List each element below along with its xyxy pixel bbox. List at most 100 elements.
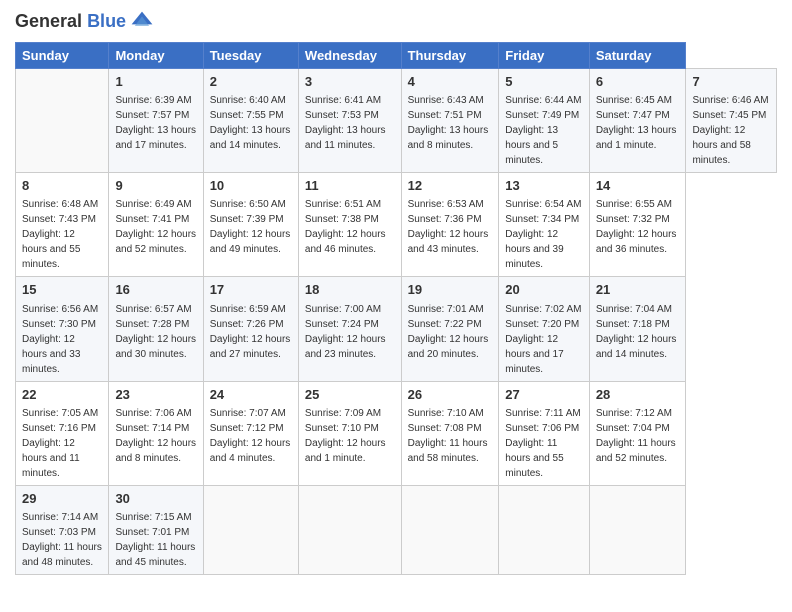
day-number: 18 bbox=[305, 281, 395, 299]
calendar-week-1: 1 Sunrise: 6:39 AMSunset: 7:57 PMDaylight… bbox=[16, 69, 777, 173]
calendar-cell bbox=[589, 485, 686, 574]
day-number: 3 bbox=[305, 73, 395, 91]
day-number: 21 bbox=[596, 281, 680, 299]
day-info: Sunrise: 6:55 AMSunset: 7:32 PMDaylight:… bbox=[596, 197, 680, 257]
day-info: Sunrise: 7:09 AMSunset: 7:10 PMDaylight:… bbox=[305, 406, 395, 466]
day-info: Sunrise: 6:39 AMSunset: 7:57 PMDaylight:… bbox=[115, 93, 196, 153]
day-info: Sunrise: 6:45 AMSunset: 7:47 PMDaylight:… bbox=[596, 93, 680, 153]
weekday-header-friday: Friday bbox=[499, 43, 590, 69]
day-number: 6 bbox=[596, 73, 680, 91]
calendar-week-3: 15 Sunrise: 6:56 AMSunset: 7:30 PMDayligh… bbox=[16, 277, 777, 381]
calendar-cell: 8Sunrise: 6:48 AMSunset: 7:43 PMDaylight… bbox=[16, 173, 109, 277]
day-number: 1 bbox=[115, 73, 196, 91]
calendar-cell: 18 Sunrise: 7:00 AMSunset: 7:24 PMDayligh… bbox=[298, 277, 401, 381]
day-number: 19 bbox=[408, 281, 493, 299]
calendar-cell: 3 Sunrise: 6:41 AMSunset: 7:53 PMDaylight… bbox=[298, 69, 401, 173]
day-number: 16 bbox=[115, 281, 196, 299]
day-info: Sunrise: 7:11 AMSunset: 7:06 PMDaylight:… bbox=[505, 406, 583, 481]
day-number: 10 bbox=[210, 177, 292, 195]
calendar-cell: 5 Sunrise: 6:44 AMSunset: 7:49 PMDaylight… bbox=[499, 69, 590, 173]
calendar-cell: 25 Sunrise: 7:09 AMSunset: 7:10 PMDayligh… bbox=[298, 381, 401, 485]
logo-text: General Blue bbox=[15, 11, 126, 33]
calendar-cell: 22 Sunrise: 7:05 AMSunset: 7:16 PMDayligh… bbox=[16, 381, 109, 485]
day-info: Sunrise: 7:14 AMSunset: 7:03 PMDaylight:… bbox=[22, 510, 102, 570]
calendar-cell: 27 Sunrise: 7:11 AMSunset: 7:06 PMDayligh… bbox=[499, 381, 590, 485]
day-info: Sunrise: 6:51 AMSunset: 7:38 PMDaylight:… bbox=[305, 197, 395, 257]
logo: General Blue bbox=[15, 10, 154, 34]
logo-icon bbox=[130, 10, 154, 34]
day-info: Sunrise: 6:41 AMSunset: 7:53 PMDaylight:… bbox=[305, 93, 395, 153]
day-number: 24 bbox=[210, 386, 292, 404]
weekday-header-saturday: Saturday bbox=[589, 43, 686, 69]
day-info: Sunrise: 7:12 AMSunset: 7:04 PMDaylight:… bbox=[596, 406, 680, 466]
day-info: Sunrise: 7:00 AMSunset: 7:24 PMDaylight:… bbox=[305, 302, 395, 362]
day-number: 25 bbox=[305, 386, 395, 404]
day-number: 20 bbox=[505, 281, 583, 299]
calendar-cell: 28 Sunrise: 7:12 AMSunset: 7:04 PMDayligh… bbox=[589, 381, 686, 485]
weekday-header-monday: Monday bbox=[109, 43, 203, 69]
day-info: Sunrise: 7:01 AMSunset: 7:22 PMDaylight:… bbox=[408, 302, 493, 362]
calendar-cell: 13 Sunrise: 6:54 AMSunset: 7:34 PMDayligh… bbox=[499, 173, 590, 277]
day-info: Sunrise: 6:54 AMSunset: 7:34 PMDaylight:… bbox=[505, 197, 583, 272]
calendar-table: SundayMondayTuesdayWednesdayThursdayFrid… bbox=[15, 42, 777, 575]
calendar-cell: 23Sunrise: 7:06 AMSunset: 7:14 PMDayligh… bbox=[109, 381, 203, 485]
day-info: Sunrise: 7:02 AMSunset: 7:20 PMDaylight:… bbox=[505, 302, 583, 377]
day-info: Sunrise: 6:50 AMSunset: 7:39 PMDaylight:… bbox=[210, 197, 292, 257]
day-number: 28 bbox=[596, 386, 680, 404]
day-info: Sunrise: 7:15 AMSunset: 7:01 PMDaylight:… bbox=[115, 510, 196, 570]
day-info: Sunrise: 6:40 AMSunset: 7:55 PMDaylight:… bbox=[210, 93, 292, 153]
day-number: 22 bbox=[22, 386, 102, 404]
calendar-cell: 19 Sunrise: 7:01 AMSunset: 7:22 PMDayligh… bbox=[401, 277, 499, 381]
calendar-cell: 7 Sunrise: 6:46 AMSunset: 7:45 PMDaylight… bbox=[686, 69, 777, 173]
calendar-cell: 12 Sunrise: 6:53 AMSunset: 7:36 PMDayligh… bbox=[401, 173, 499, 277]
calendar-week-2: 8Sunrise: 6:48 AMSunset: 7:43 PMDaylight… bbox=[16, 173, 777, 277]
day-number: 12 bbox=[408, 177, 493, 195]
calendar-cell: 29 Sunrise: 7:14 AMSunset: 7:03 PMDayligh… bbox=[16, 485, 109, 574]
day-info: Sunrise: 6:49 AMSunset: 7:41 PMDaylight:… bbox=[115, 197, 196, 257]
calendar-header-row: SundayMondayTuesdayWednesdayThursdayFrid… bbox=[16, 43, 777, 69]
day-number: 23 bbox=[115, 386, 196, 404]
day-info: Sunrise: 6:57 AMSunset: 7:28 PMDaylight:… bbox=[115, 302, 196, 362]
calendar-cell: 30 Sunrise: 7:15 AMSunset: 7:01 PMDayligh… bbox=[109, 485, 203, 574]
calendar-cell: 4Sunrise: 6:43 AMSunset: 7:51 PMDaylight… bbox=[401, 69, 499, 173]
day-number: 2 bbox=[210, 73, 292, 91]
calendar-cell: 24Sunrise: 7:07 AMSunset: 7:12 PMDayligh… bbox=[203, 381, 298, 485]
calendar-cell: 2 Sunrise: 6:40 AMSunset: 7:55 PMDaylight… bbox=[203, 69, 298, 173]
calendar-cell: 16 Sunrise: 6:57 AMSunset: 7:28 PMDayligh… bbox=[109, 277, 203, 381]
day-info: Sunrise: 6:46 AMSunset: 7:45 PMDaylight:… bbox=[692, 93, 770, 168]
day-info: Sunrise: 6:44 AMSunset: 7:49 PMDaylight:… bbox=[505, 93, 583, 168]
calendar-week-5: 29 Sunrise: 7:14 AMSunset: 7:03 PMDayligh… bbox=[16, 485, 777, 574]
day-number: 15 bbox=[22, 281, 102, 299]
calendar-week-4: 22 Sunrise: 7:05 AMSunset: 7:16 PMDayligh… bbox=[16, 381, 777, 485]
day-number: 29 bbox=[22, 490, 102, 508]
day-number: 14 bbox=[596, 177, 680, 195]
calendar-cell bbox=[401, 485, 499, 574]
calendar-cell: 21 Sunrise: 7:04 AMSunset: 7:18 PMDayligh… bbox=[589, 277, 686, 381]
calendar-cell bbox=[16, 69, 109, 173]
day-number: 9 bbox=[115, 177, 196, 195]
calendar-cell: 15 Sunrise: 6:56 AMSunset: 7:30 PMDayligh… bbox=[16, 277, 109, 381]
calendar-cell: 20 Sunrise: 7:02 AMSunset: 7:20 PMDayligh… bbox=[499, 277, 590, 381]
day-number: 30 bbox=[115, 490, 196, 508]
day-number: 7 bbox=[692, 73, 770, 91]
day-info: Sunrise: 6:48 AMSunset: 7:43 PMDaylight:… bbox=[22, 197, 102, 272]
day-number: 26 bbox=[408, 386, 493, 404]
weekday-header-sunday: Sunday bbox=[16, 43, 109, 69]
day-number: 13 bbox=[505, 177, 583, 195]
day-number: 5 bbox=[505, 73, 583, 91]
calendar-cell bbox=[203, 485, 298, 574]
day-info: Sunrise: 6:56 AMSunset: 7:30 PMDaylight:… bbox=[22, 302, 102, 377]
page-container: General Blue SundayMondayTuesdayWednesda… bbox=[0, 0, 792, 585]
day-number: 11 bbox=[305, 177, 395, 195]
day-info: Sunrise: 7:10 AMSunset: 7:08 PMDaylight:… bbox=[408, 406, 493, 466]
calendar-cell: 6 Sunrise: 6:45 AMSunset: 7:47 PMDaylight… bbox=[589, 69, 686, 173]
calendar-cell: 17Sunrise: 6:59 AMSunset: 7:26 PMDayligh… bbox=[203, 277, 298, 381]
day-info: Sunrise: 7:05 AMSunset: 7:16 PMDaylight:… bbox=[22, 406, 102, 481]
calendar-cell: 10 Sunrise: 6:50 AMSunset: 7:39 PMDayligh… bbox=[203, 173, 298, 277]
day-number: 27 bbox=[505, 386, 583, 404]
day-info: Sunrise: 6:53 AMSunset: 7:36 PMDaylight:… bbox=[408, 197, 493, 257]
day-info: Sunrise: 7:04 AMSunset: 7:18 PMDaylight:… bbox=[596, 302, 680, 362]
weekday-header-wednesday: Wednesday bbox=[298, 43, 401, 69]
day-info: Sunrise: 6:59 AMSunset: 7:26 PMDaylight:… bbox=[210, 302, 292, 362]
calendar-cell bbox=[298, 485, 401, 574]
